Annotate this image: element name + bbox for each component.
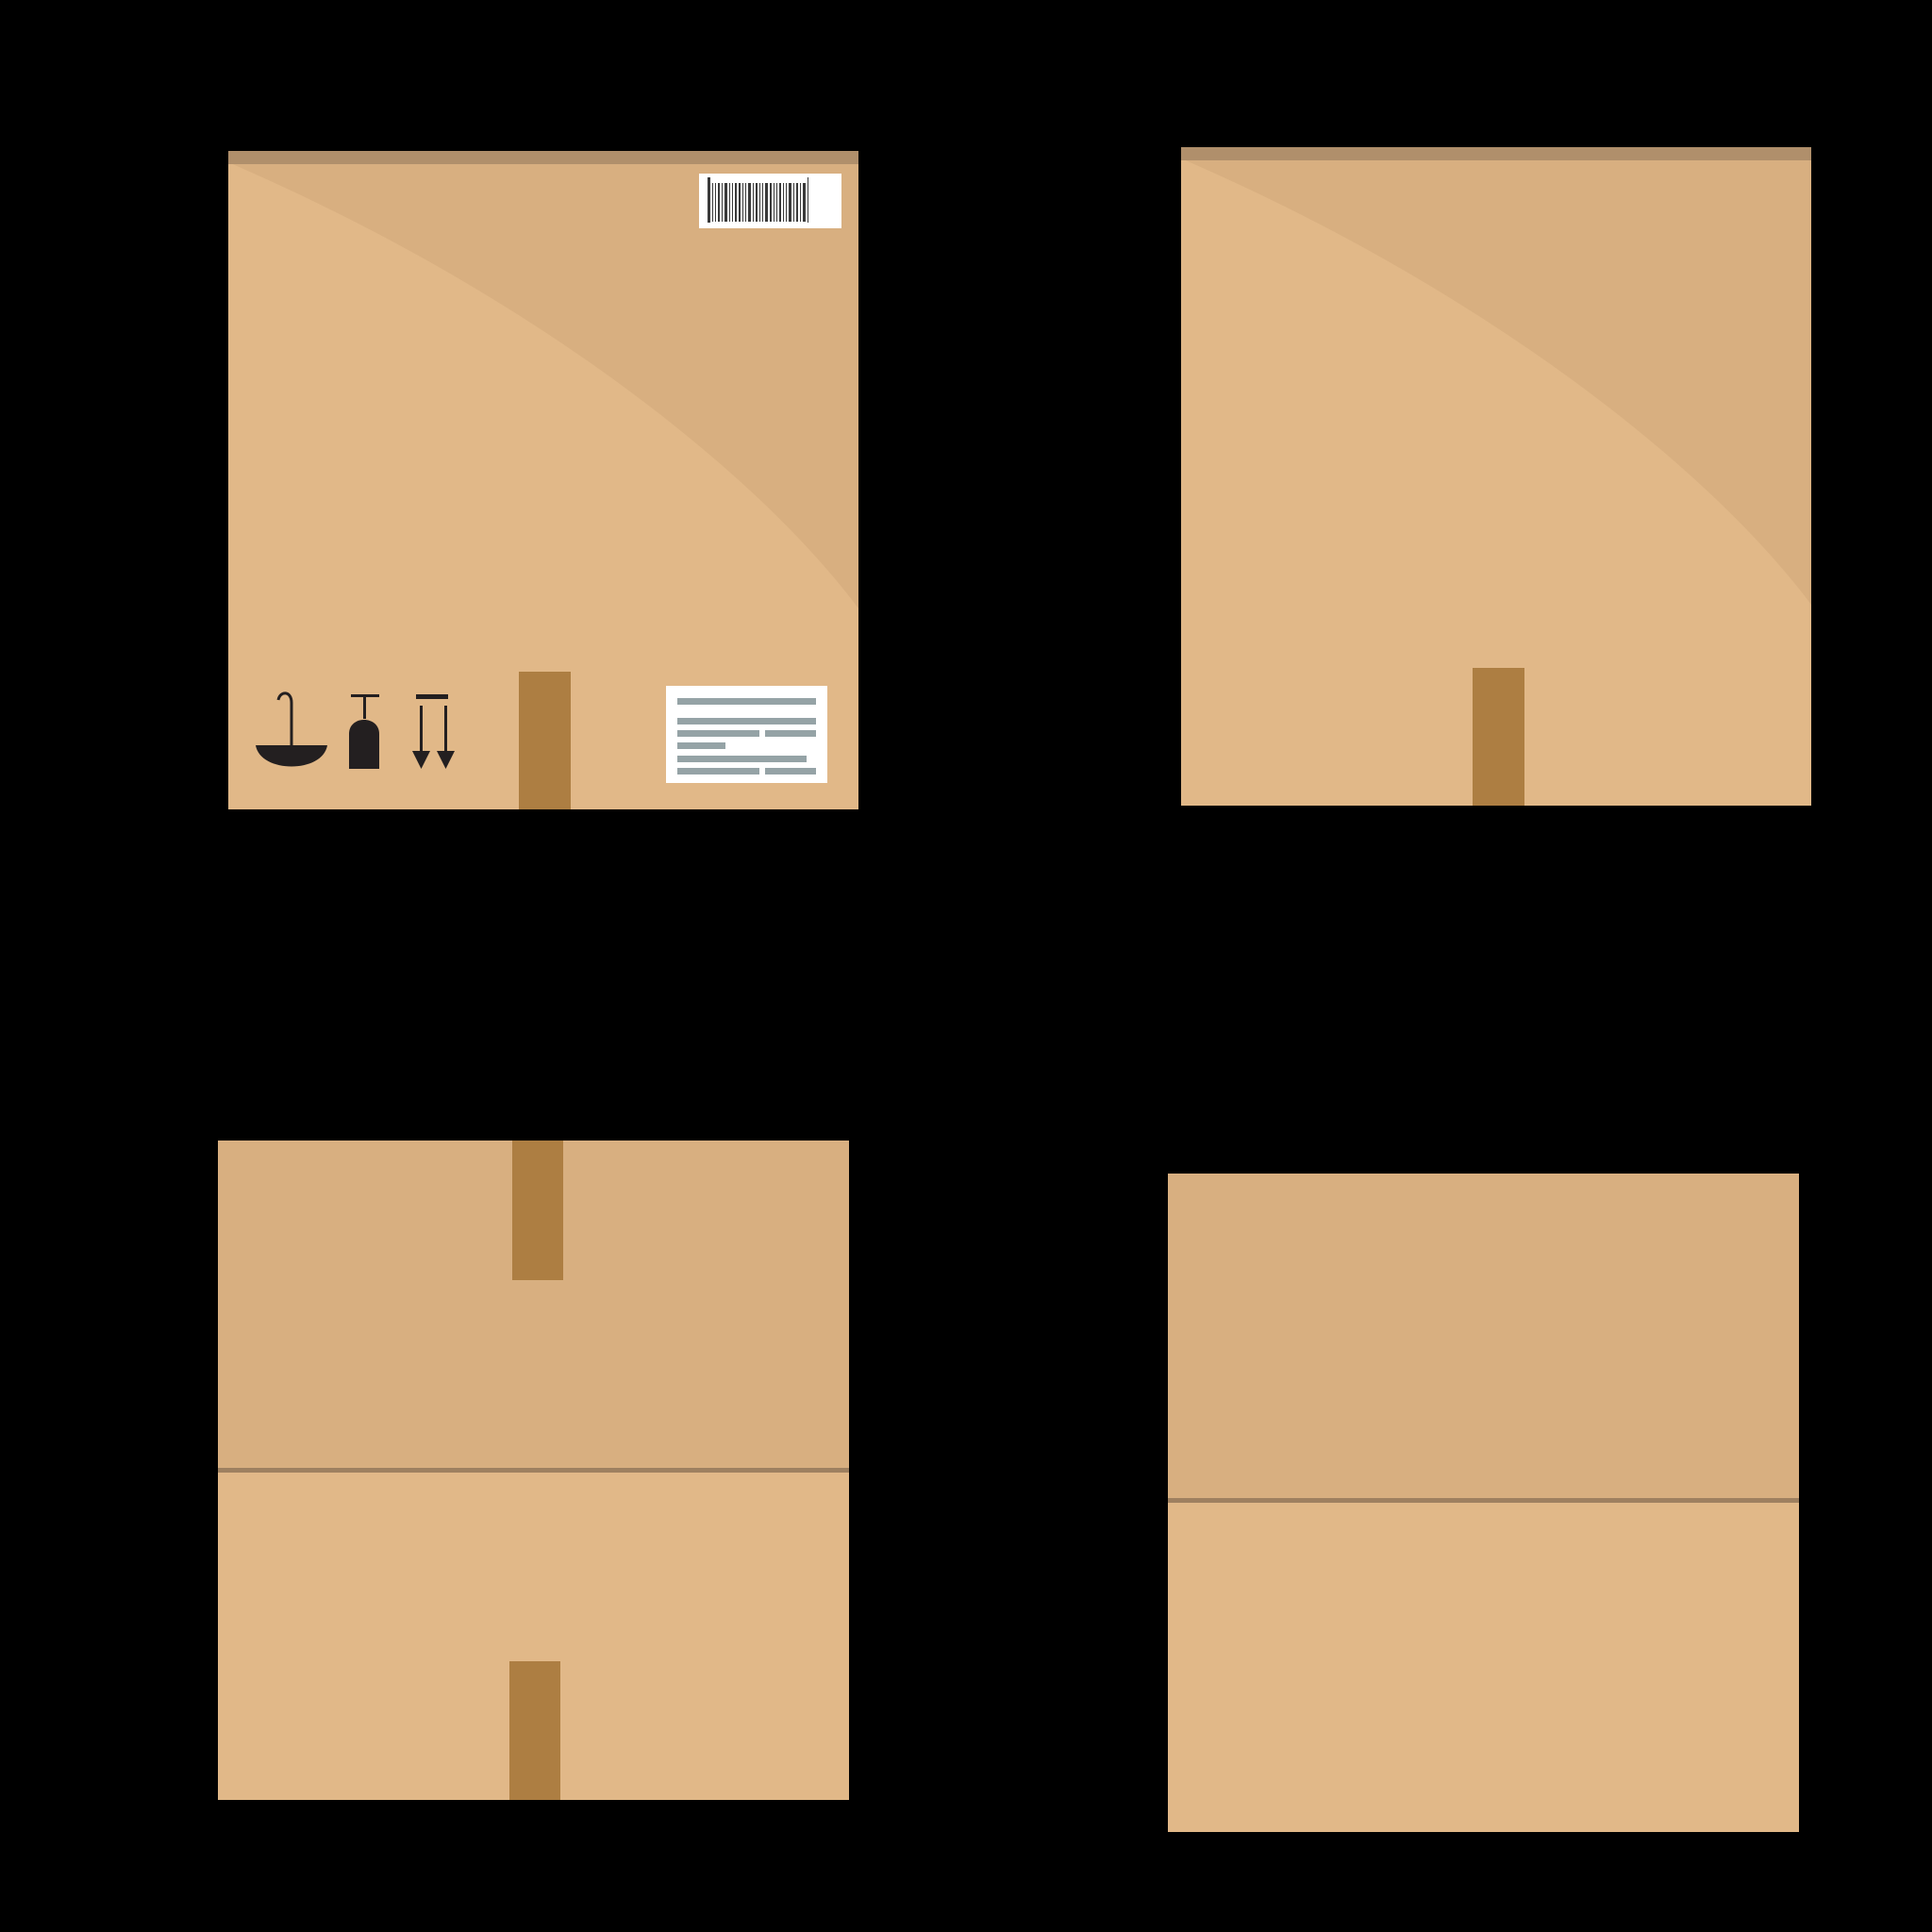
barcode-sticker [699,174,841,228]
address-label [666,686,827,783]
cardboard-box-side-plain [1168,1174,1799,1832]
barcode-bar [724,183,727,222]
address-line [677,730,759,737]
packing-tape [519,672,571,809]
barcode-bar [748,183,751,222]
address-line [677,756,807,762]
barcode-bar [708,177,710,223]
address-line [765,768,816,774]
barcode-bar [753,183,754,222]
barcode-bar [789,183,791,222]
barcode-bar [715,183,716,222]
barcode-bar [796,183,798,222]
barcode-bar [765,183,768,222]
barcode-bar [783,183,784,222]
box-side-plain-graphic [1168,1174,1799,1832]
address-line [765,730,816,737]
box-side-taped-graphic [218,1141,849,1800]
packing-tape [1473,668,1524,806]
barcode-bar [756,183,758,222]
barcode-bar [735,183,737,222]
cardboard-box-front-labeled [228,151,858,809]
barcode-bar [762,183,763,222]
address-line [677,768,759,774]
box-lid [1168,1174,1799,1500]
barcode-bar [729,183,730,222]
barcode-bar [732,183,733,222]
box-body [1168,1500,1799,1832]
barcode-bar [739,183,741,222]
barcode-bar [759,183,760,222]
box-seam [1168,1498,1799,1503]
cardboard-box-side-taped [218,1141,849,1800]
barcode-bar [742,183,743,222]
barcode-bar [786,183,787,222]
barcode-bar [800,183,801,222]
box-top-edge [1181,147,1811,160]
barcode-bar [718,183,720,222]
barcode-bar [745,183,746,222]
packing-tape-top [512,1141,563,1280]
barcode-bar [779,183,781,222]
box-top-edge [228,151,858,164]
address-line [677,698,816,705]
address-line [677,742,725,749]
barcode-bar [776,183,777,222]
barcode-bar [803,183,806,222]
box-front-plain-graphic [1181,147,1811,806]
barcode-bar [770,183,772,222]
box-seam [218,1468,849,1473]
barcode-bar [712,183,713,222]
barcode-bar [793,183,794,222]
cardboard-box-front-plain [1181,147,1811,806]
packing-tape-bottom [509,1661,560,1800]
address-line [677,718,816,724]
barcode-bar [722,183,723,222]
box-front-labeled-graphic [228,151,858,809]
